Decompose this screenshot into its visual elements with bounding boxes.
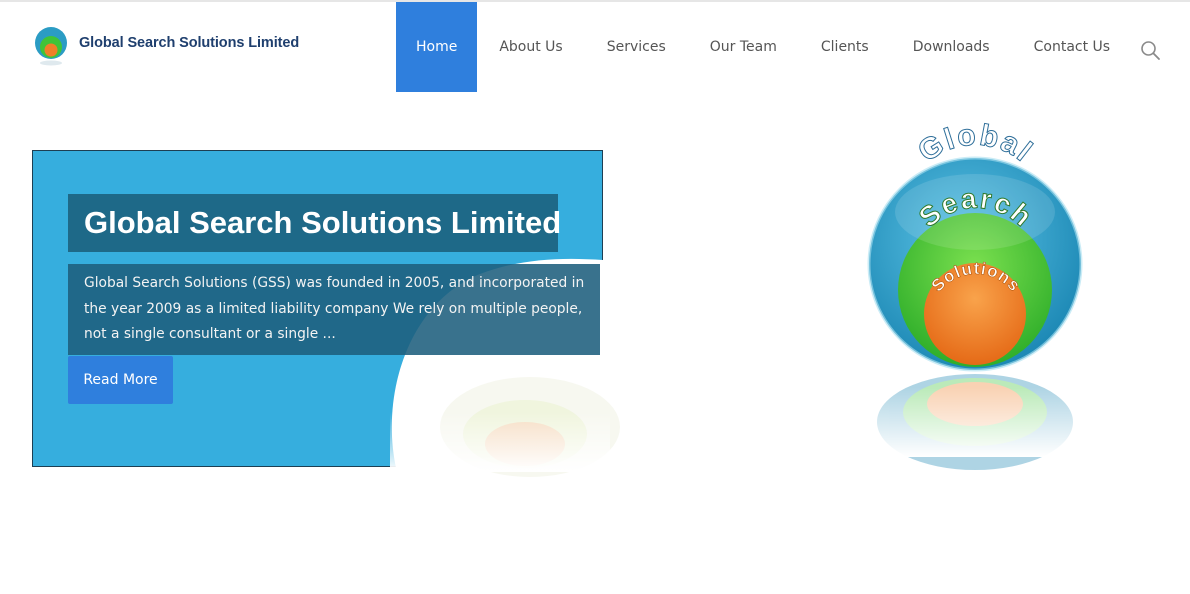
- hero-description: Global Search Solutions (GSS) was founde…: [68, 264, 600, 355]
- svg-text:Solutions: Solutions: [928, 259, 1025, 296]
- search-icon[interactable]: [1140, 40, 1162, 62]
- nav-about-us[interactable]: About Us: [477, 2, 584, 92]
- orb-word-solutions: Solutions: [927, 259, 1023, 296]
- svg-text:Global: Global: [912, 118, 1039, 168]
- nav-home[interactable]: Home: [396, 2, 478, 92]
- logo-globe-icon: [34, 26, 68, 66]
- page: Global Search Solutions Limited Home Abo…: [0, 0, 1190, 594]
- read-more-button[interactable]: Read More: [68, 356, 173, 404]
- nav-services[interactable]: Services: [585, 2, 688, 92]
- orb-word-search: Search: [912, 182, 1037, 234]
- hero-title: Global Search Solutions Limited: [68, 194, 561, 252]
- nav-contact-us[interactable]: Contact Us: [1012, 2, 1132, 92]
- site-logo[interactable]: Global Search Solutions Limited: [34, 26, 299, 66]
- svg-text:Search: Search: [913, 183, 1039, 234]
- orb-word-global: Global: [912, 118, 1038, 169]
- nav-clients[interactable]: Clients: [799, 2, 891, 92]
- nav-our-team[interactable]: Our Team: [688, 2, 799, 92]
- logo-text: Global Search Solutions Limited: [79, 35, 300, 51]
- nav-downloads[interactable]: Downloads: [891, 2, 1012, 92]
- main-nav: Home About Us Services Our Team Clients …: [396, 2, 1132, 92]
